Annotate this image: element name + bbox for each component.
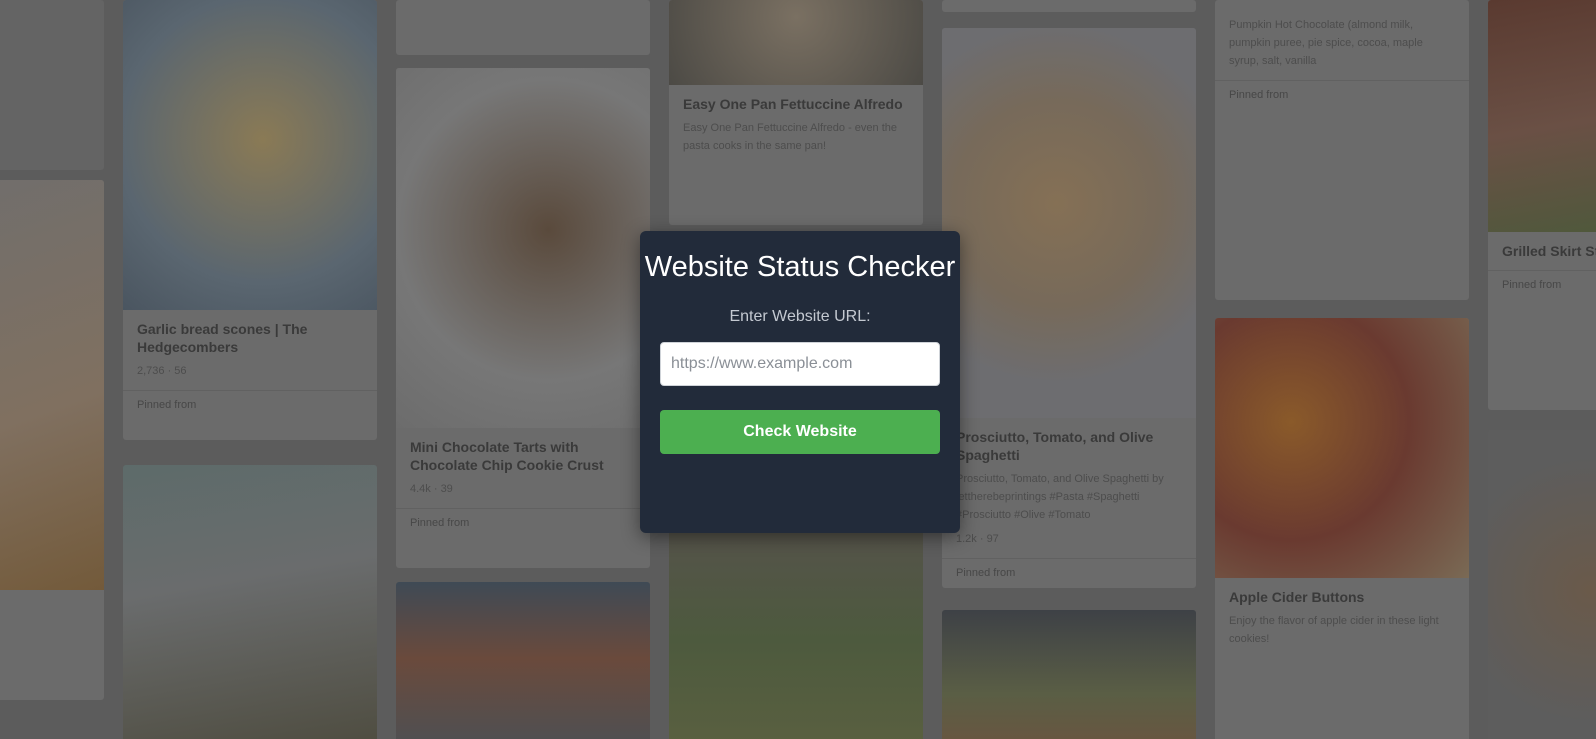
check-website-button[interactable]: Check Website xyxy=(660,410,940,454)
status-checker-modal: Website Status Checker Enter Website URL… xyxy=(640,231,960,533)
url-label: Enter Website URL: xyxy=(729,308,871,325)
modal-title: Website Status Checker xyxy=(644,251,956,283)
url-input[interactable] xyxy=(660,342,940,386)
